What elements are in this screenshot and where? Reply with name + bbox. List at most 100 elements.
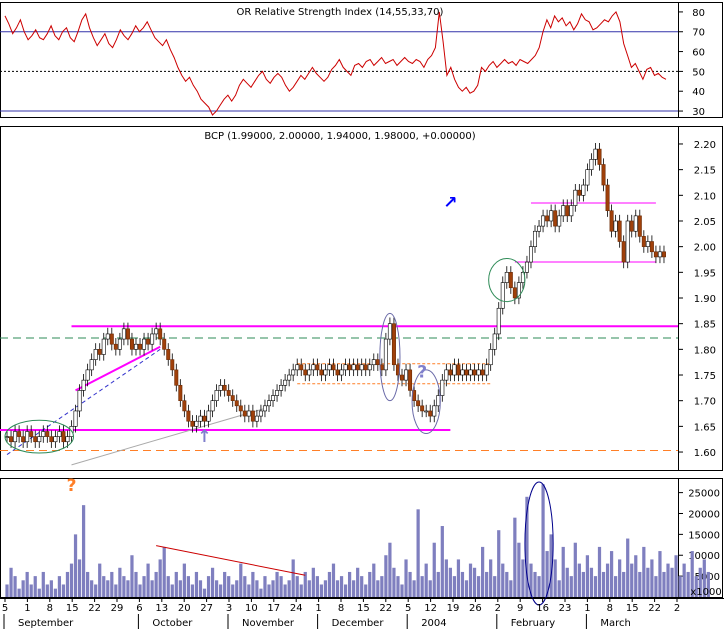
volume-bar [630,563,634,597]
candle-body [319,369,324,376]
candle-body [589,159,594,170]
candle-body [93,349,98,360]
candle-body [327,364,332,371]
volume-bar [174,571,178,597]
candle-body [367,364,372,371]
volume-bar [142,576,146,597]
rsi-panel [0,2,723,118]
volume-bar [605,563,610,597]
candle-body [460,369,465,376]
price-tick-label: 1.85 [694,320,716,331]
candle-body [61,431,66,443]
volume-bar [206,576,211,597]
volume-bar [170,584,174,597]
candle-body [541,215,546,227]
volume-bar [69,563,74,597]
volume-bar [634,555,638,597]
volume-bar [219,584,223,597]
panel-frames [0,2,723,598]
candle-body [444,369,449,381]
volume-bar [53,588,57,597]
candle-body [629,220,634,232]
volume-tick-label: 15000 [688,530,720,541]
volume-bar [247,584,251,597]
volume-bar [481,546,485,597]
volume-bar [287,580,291,597]
volume-bar [33,576,37,597]
x-day-label: 15 [626,603,639,614]
volume-bar [327,571,332,597]
candle-body [549,210,554,222]
candle-body [484,364,489,376]
volume-bar [41,571,45,597]
candle-body [138,343,143,350]
candle-body [561,205,566,217]
volume-bar [485,571,489,597]
x-day-label: 15 [66,603,79,614]
volume-bar [400,584,404,597]
volume-bar [303,571,307,597]
candle-body [383,338,388,371]
rsi-tick-label: 60 [692,48,705,59]
volume-bar [533,571,537,597]
candle-body [150,333,155,345]
candle-body [146,338,151,345]
volume-bar [37,588,41,597]
volume-bar [505,571,509,597]
candle-body [553,210,558,227]
x-day-label: 20 [178,603,191,614]
x-day-label: 1 [315,603,321,614]
volume-bar [541,484,545,597]
volume-bar [61,584,66,597]
candle-body [597,148,602,165]
x-day-label: 26 [469,603,482,614]
volume-bar [650,559,654,597]
candle-body [85,369,90,381]
volume-bar [307,580,311,597]
volume-bar [299,584,303,597]
rsi-tick-label: 80 [692,8,705,19]
x-axis: 5 1 8 15 22 29 6 13 20 27 3 10 17 24 1 8 15 22 5 12 19 26 2 9 16… [0,598,724,629]
candle-body [528,246,533,263]
volume-bar [682,563,686,597]
price-tick-label: 1.75 [694,371,716,382]
x-day-label: 8 [607,603,613,614]
candle-body [533,230,538,247]
volume-bar [622,571,626,597]
candle-body [488,349,493,366]
price-panel [0,126,723,471]
volume-bar [364,584,368,597]
volume-bar [368,571,372,597]
volume-bar [339,576,344,597]
volume-bar [57,576,62,597]
candle-body [504,272,509,283]
x-day-label: 10 [245,603,258,614]
x-day-label: 3 [226,603,232,614]
volume-bar [166,576,170,597]
candle-body [496,307,501,335]
candle-body [315,364,320,371]
volume-bar [585,555,590,597]
candle-body [162,338,167,350]
volume-bar [194,571,199,597]
volume-bar [275,571,279,597]
volume-bar [654,576,658,597]
candle-body [214,390,219,401]
candle-body [339,369,344,376]
candle-body [125,328,130,340]
volume-bar [448,567,452,597]
volume-bar [130,555,134,597]
volume-bar [331,563,336,597]
volume-tick-label: 25000 [688,489,720,500]
x-day-label: 15 [357,603,370,614]
volume-bar [388,542,392,597]
candle-body [73,410,78,427]
candle-body [283,379,288,386]
candle-body [492,333,497,350]
volume-bar [259,588,263,597]
candle-body [117,338,122,350]
candle-body [154,328,159,335]
volume-bar [227,576,231,597]
x-day-label: 22 [648,603,661,614]
volume-bar [251,571,255,597]
